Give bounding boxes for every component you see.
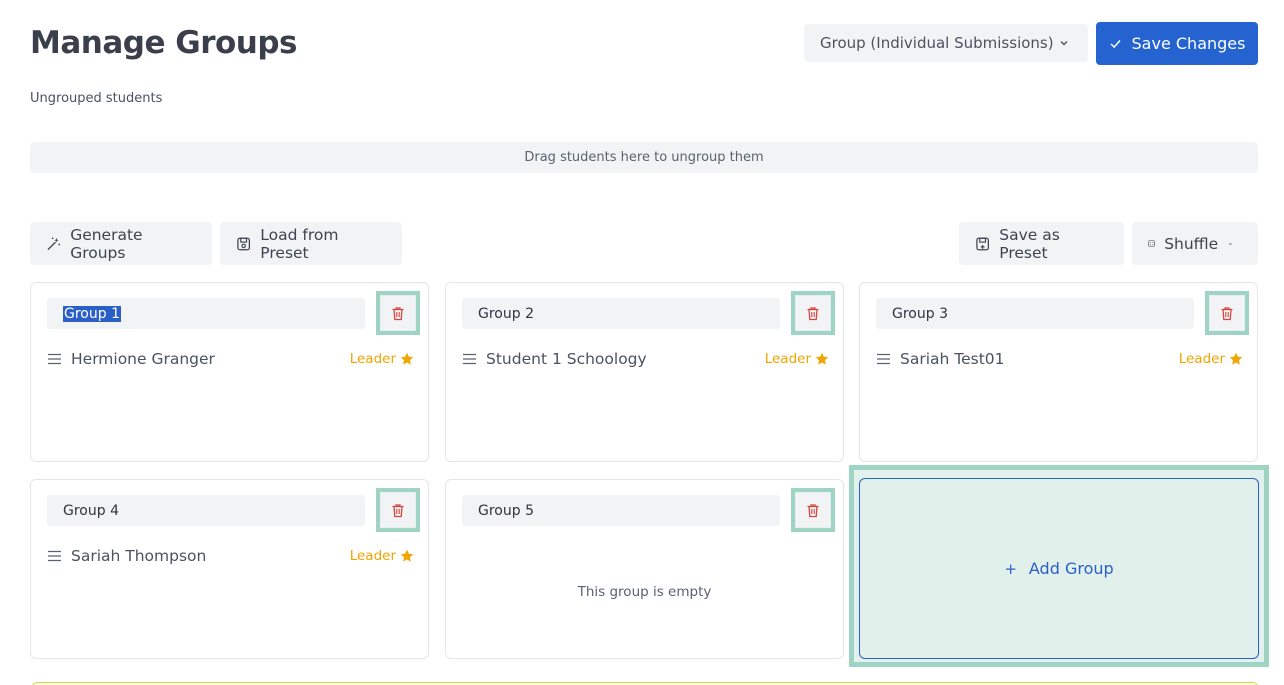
page-header: Manage Groups Group (Individual Submissi… bbox=[30, 22, 1258, 65]
chevron-down-icon bbox=[1229, 242, 1232, 245]
preset-load-icon bbox=[237, 237, 251, 250]
delete-group-button[interactable] bbox=[791, 291, 835, 335]
group-name-input[interactable]: Group 5 bbox=[462, 495, 780, 526]
leader-label: Leader bbox=[764, 351, 811, 367]
delete-group-button[interactable] bbox=[376, 488, 420, 532]
star-icon bbox=[1229, 352, 1243, 365]
leader-label: Leader bbox=[349, 548, 396, 564]
leader-badge[interactable]: Leader bbox=[765, 351, 829, 367]
group-member-row[interactable]: Sariah Test01 Leader bbox=[876, 347, 1243, 371]
delete-group-button[interactable] bbox=[376, 291, 420, 335]
generate-groups-button[interactable]: Generate Groups bbox=[30, 222, 212, 265]
generate-groups-label: Generate Groups bbox=[70, 225, 143, 262]
star-icon bbox=[400, 549, 414, 562]
shuffle-label: Shuffle bbox=[1164, 234, 1219, 253]
trash-icon bbox=[807, 306, 819, 320]
delete-group-button-inner bbox=[1210, 296, 1244, 330]
leader-badge[interactable]: Leader bbox=[1179, 351, 1243, 367]
check-icon bbox=[1110, 40, 1121, 49]
group-mode-select[interactable]: Group (Individual Submissions) bbox=[804, 24, 1088, 62]
member-name: Sariah Thompson bbox=[71, 547, 207, 565]
ungroup-dropzone[interactable]: Drag students here to ungroup them bbox=[30, 142, 1258, 173]
group-name-text: Group 1 bbox=[63, 305, 121, 322]
save-changes-button[interactable]: Save Changes bbox=[1096, 22, 1258, 65]
group-card: Group 5 This group is empty bbox=[445, 479, 844, 659]
shuffle-button[interactable]: Shuffle bbox=[1132, 222, 1258, 265]
delete-group-button-inner bbox=[796, 296, 830, 330]
leader-badge[interactable]: Leader bbox=[350, 548, 414, 564]
empty-group-message: This group is empty bbox=[577, 584, 712, 600]
member-name: Sariah Test01 bbox=[900, 350, 1005, 368]
drag-handle-icon[interactable] bbox=[876, 353, 891, 365]
group-name-text: Group 5 bbox=[478, 502, 534, 519]
preset-save-icon bbox=[976, 237, 989, 250]
trash-icon bbox=[1221, 306, 1233, 320]
load-from-preset-label: Load from Preset bbox=[260, 225, 339, 262]
group-name-text: Group 2 bbox=[478, 305, 534, 322]
group-member-row[interactable]: Hermione Granger Leader bbox=[47, 347, 414, 371]
save-as-preset-label: Save as Preset bbox=[999, 225, 1060, 262]
trash-icon bbox=[807, 503, 819, 517]
group-member-row[interactable]: Student 1 Schoology Leader bbox=[462, 347, 829, 371]
plus-icon: + bbox=[1004, 559, 1017, 578]
group-name-text: Group 3 bbox=[892, 305, 948, 322]
save-changes-label: Save Changes bbox=[1131, 34, 1246, 53]
group-mode-value: Group (Individual Submissions) bbox=[820, 34, 1054, 52]
member-name: Hermione Granger bbox=[71, 350, 215, 368]
ungroup-dropzone-text: Drag students here to ungroup them bbox=[524, 150, 764, 165]
group-card: Group 3 Sariah Test01 Leader bbox=[859, 282, 1258, 462]
group-name-input[interactable]: Group 1 bbox=[47, 298, 365, 329]
add-group-highlight: + Add Group bbox=[849, 465, 1269, 667]
group-card: Group 1 Hermione Granger Leader bbox=[30, 282, 429, 462]
chevron-down-icon bbox=[1060, 41, 1068, 46]
star-icon bbox=[815, 352, 829, 365]
member-name: Student 1 Schoology bbox=[486, 350, 647, 368]
delete-group-button-inner bbox=[381, 296, 415, 330]
load-from-preset-button[interactable]: Load from Preset bbox=[220, 222, 402, 265]
trash-icon bbox=[392, 503, 404, 517]
group-name-input[interactable]: Group 3 bbox=[876, 298, 1194, 329]
add-group-label: Add Group bbox=[1028, 559, 1114, 578]
trash-icon bbox=[392, 306, 404, 320]
page-title: Manage Groups bbox=[30, 25, 298, 61]
drag-handle-icon[interactable] bbox=[462, 353, 477, 365]
delete-group-button-inner bbox=[381, 493, 415, 527]
group-member-row[interactable]: Sariah Thompson Leader bbox=[47, 544, 414, 568]
group-name-input[interactable]: Group 4 bbox=[47, 495, 365, 526]
star-icon bbox=[400, 352, 414, 365]
dice-icon bbox=[1148, 240, 1155, 247]
drag-handle-icon[interactable] bbox=[47, 550, 62, 562]
group-card: Group 2 Student 1 Schoology Leader bbox=[445, 282, 844, 462]
leader-badge[interactable]: Leader bbox=[350, 351, 414, 367]
delete-group-button[interactable] bbox=[1205, 291, 1249, 335]
drag-handle-icon[interactable] bbox=[47, 353, 62, 365]
add-group-button[interactable]: + Add Group bbox=[859, 478, 1259, 659]
magic-wand-icon bbox=[47, 236, 61, 250]
group-name-input[interactable]: Group 2 bbox=[462, 298, 780, 329]
group-name-text: Group 4 bbox=[63, 502, 119, 519]
delete-group-button[interactable] bbox=[791, 488, 835, 532]
group-card: Group 4 Sariah Thompson Leader bbox=[30, 479, 429, 659]
save-as-preset-button[interactable]: Save as Preset bbox=[959, 222, 1124, 265]
leader-label: Leader bbox=[1178, 351, 1225, 367]
delete-group-button-inner bbox=[796, 493, 830, 527]
leader-label: Leader bbox=[349, 351, 396, 367]
ungrouped-students-label: Ungrouped students bbox=[30, 91, 163, 106]
